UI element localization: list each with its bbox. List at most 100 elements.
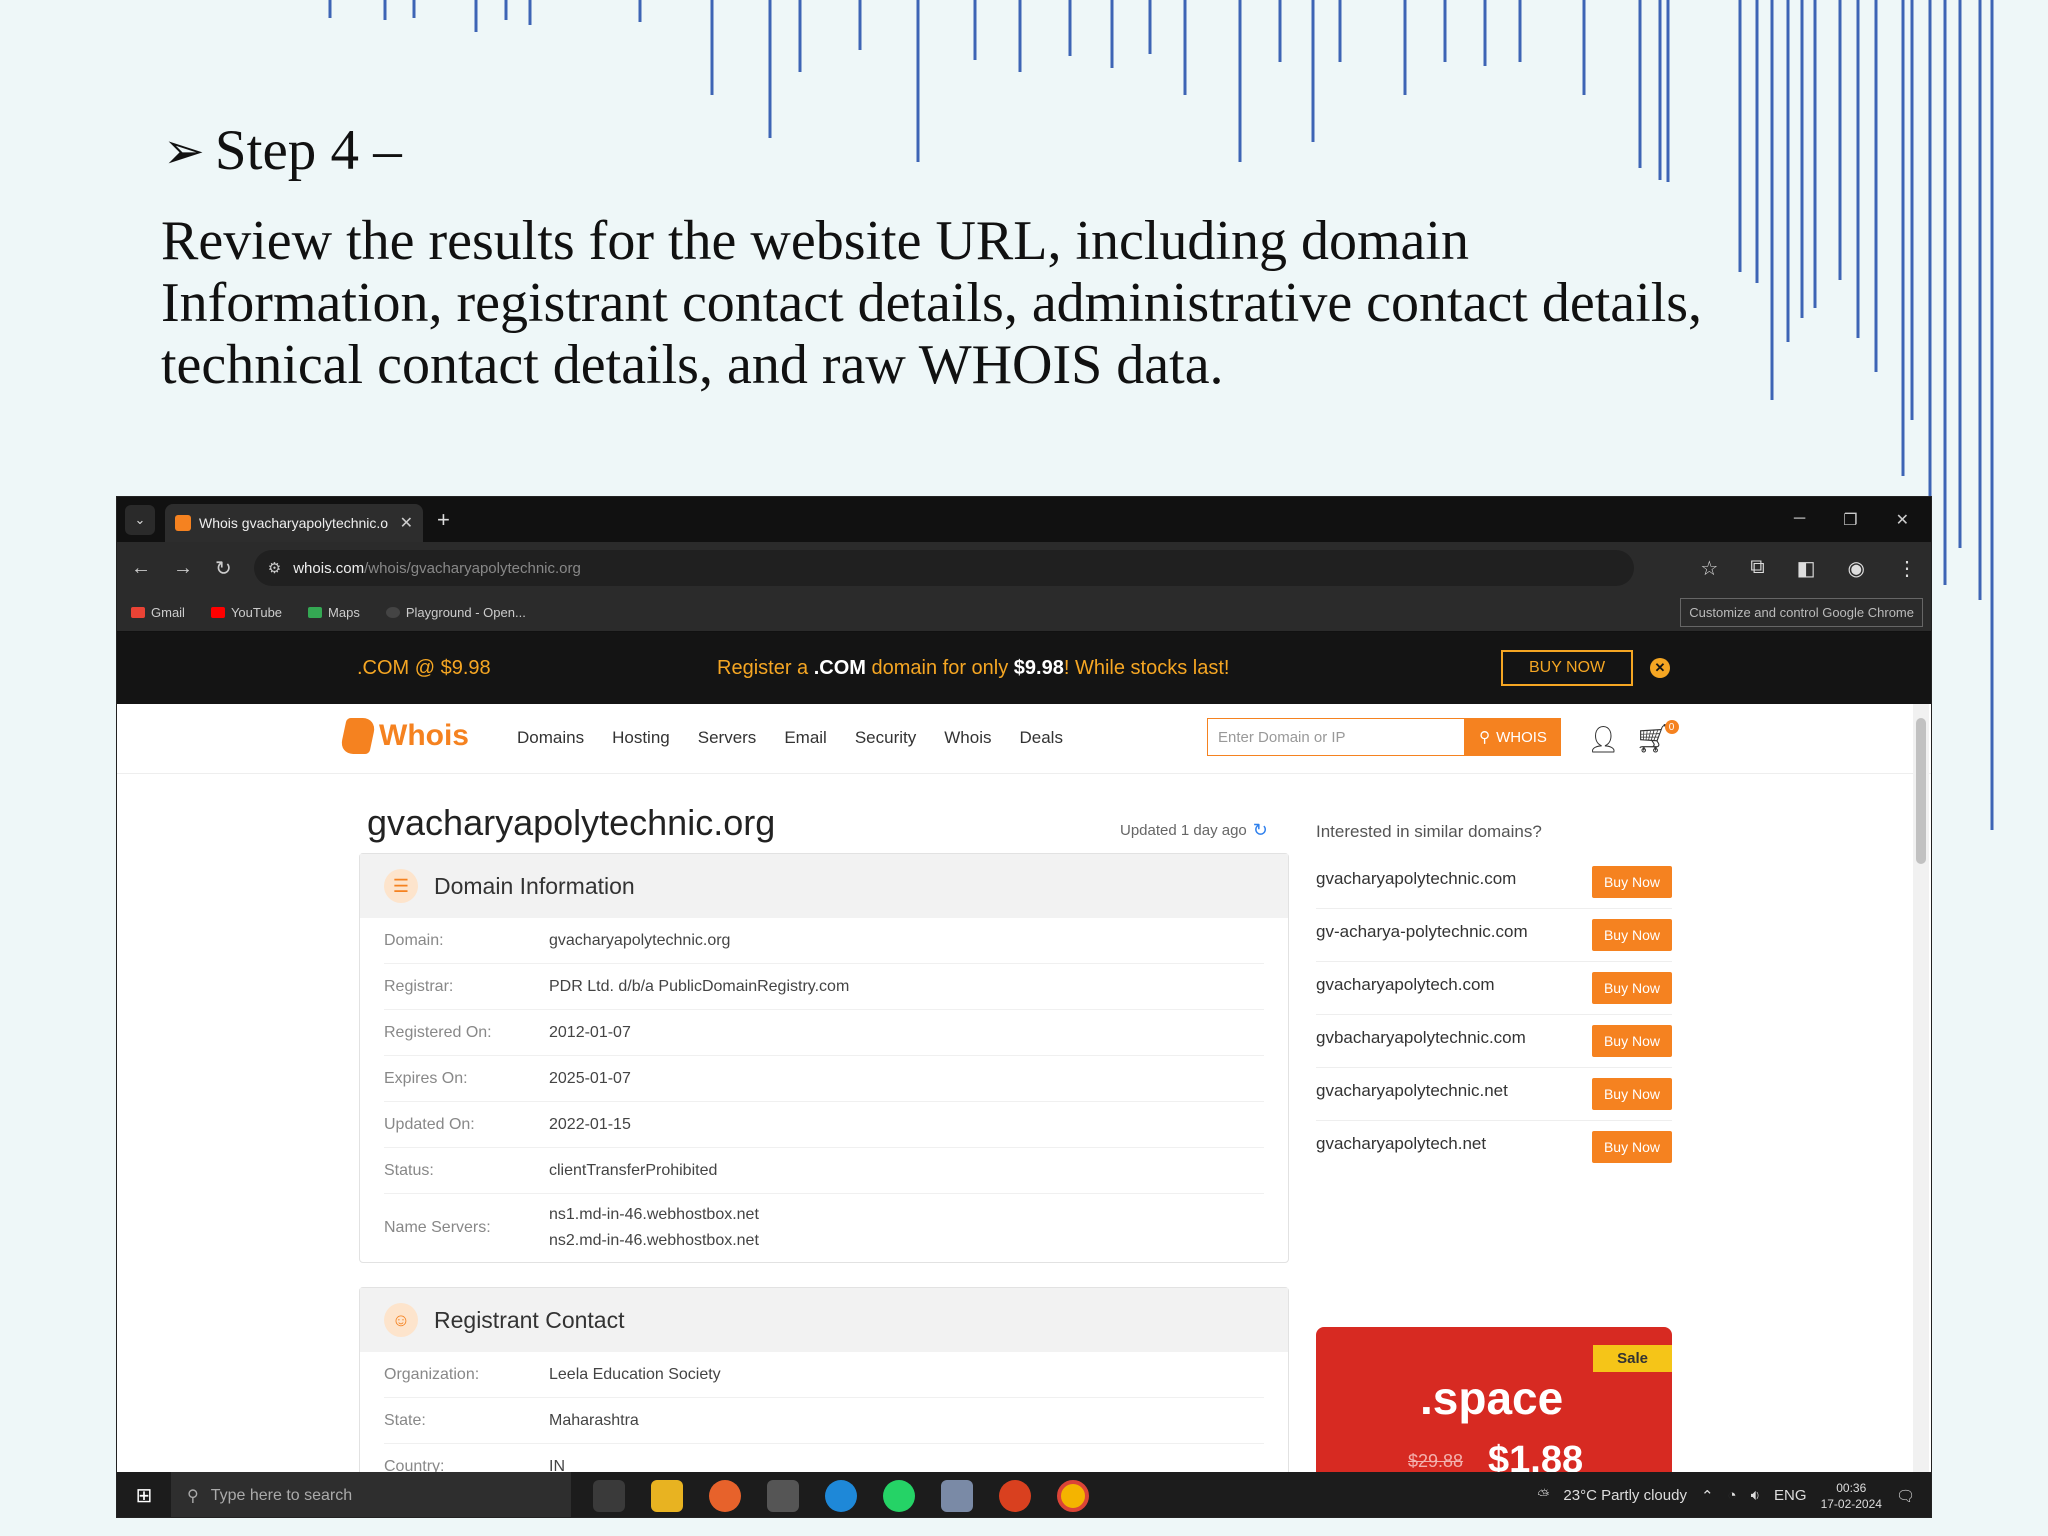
whois-search-button[interactable]: ⚲ WHOIS (1465, 718, 1561, 756)
similar-domain-item: gvacharyapolytech.com Buy Now (1316, 962, 1672, 1015)
url-path: /whois/gvacharyapolytechnic.org (364, 559, 581, 577)
sale-tld: .space (1420, 1372, 1564, 1424)
page-scrollbar[interactable] (1913, 704, 1929, 1491)
minimize-icon[interactable]: ─ (1794, 510, 1805, 530)
gmail-icon (131, 607, 145, 618)
logo-mark-icon (339, 718, 377, 754)
calculator-icon[interactable] (767, 1479, 799, 1512)
task-view-icon[interactable] (593, 1479, 625, 1512)
buy-now-button[interactable]: Buy Now (1591, 1025, 1672, 1057)
site-info-icon[interactable]: ⚙ (268, 559, 281, 577)
refresh-icon[interactable]: ↻ (1253, 820, 1268, 841)
info-row: Expires On: 2025-01-07 (384, 1056, 1264, 1102)
buy-now-button[interactable]: Buy Now (1591, 919, 1672, 951)
step-heading: ➢ Step 4 – (163, 118, 402, 183)
tab-search-icon[interactable]: ⌄ (125, 504, 155, 535)
taskbar-apps (593, 1479, 1089, 1512)
bookmark-gmail[interactable]: Gmail (131, 605, 185, 620)
firefox-icon[interactable] (709, 1479, 741, 1512)
close-window-icon[interactable]: ✕ (1896, 510, 1909, 530)
url-host: whois.com (293, 559, 365, 577)
bookmark-star-icon[interactable]: ☆ (1700, 556, 1718, 581)
close-tab-icon[interactable]: ✕ (400, 513, 413, 533)
bookmark-playground[interactable]: Playground - Open... (385, 605, 526, 620)
notifications-icon[interactable]: 🗨︎ (1896, 1487, 1915, 1505)
taskbar-search[interactable]: ⚲ Type here to search (171, 1472, 571, 1517)
info-row: State: Maharashtra (384, 1398, 1264, 1444)
menu-servers[interactable]: Servers (698, 728, 757, 748)
whatsapp-icon[interactable] (883, 1479, 915, 1512)
weather-text[interactable]: 23°C Partly cloudy (1563, 1487, 1687, 1504)
info-row: Registered On: 2012-01-07 (384, 1010, 1264, 1056)
profile-icon[interactable]: ◉ (1848, 556, 1865, 581)
volume-icon[interactable]: 🔉︎ (1751, 1487, 1760, 1504)
chrome-icon[interactable] (1057, 1479, 1089, 1512)
main-menu: Domains Hosting Servers Email Security W… (517, 728, 1063, 748)
weather-icon: ⛅︎ (1537, 1487, 1550, 1504)
side-panel-icon[interactable]: ◧ (1797, 556, 1816, 581)
extensions-icon[interactable]: ⧉ (1750, 556, 1764, 581)
maps-icon (308, 607, 323, 618)
similar-domains-question: Interested in similar domains? (1316, 822, 1542, 841)
domain-information-card: ☰ Domain Information Domain: gvacharyapol… (359, 853, 1289, 1263)
bookmark-youtube[interactable]: YouTube (210, 605, 282, 620)
info-row: Registrar: PDR Ltd. d/b/a PublicDomainReg… (384, 964, 1264, 1010)
new-tab-icon[interactable]: + (437, 507, 450, 533)
network-icon[interactable]: ◔ (1728, 1487, 1737, 1504)
similar-domain-item: gvacharyapolytech.net Buy Now (1316, 1121, 1672, 1173)
back-icon[interactable]: ← (131, 557, 151, 580)
info-row: Status: clientTransferProhibited (384, 1148, 1264, 1194)
menu-icon[interactable]: ⋮ (1897, 556, 1917, 581)
info-row: Domain: gvacharyapolytechnic.org (384, 918, 1264, 964)
youtube-icon (210, 607, 225, 618)
language-indicator[interactable]: ENG (1774, 1487, 1807, 1504)
menu-domains[interactable]: Domains (517, 728, 584, 748)
buy-now-button[interactable]: Buy Now (1591, 972, 1672, 1004)
menu-hosting[interactable]: Hosting (612, 728, 670, 748)
domain-search-input[interactable]: Enter Domain or IP (1207, 718, 1465, 756)
person-icon: ☺ (384, 1303, 418, 1337)
buy-now-button[interactable]: Buy Now (1591, 1078, 1672, 1110)
info-row: Name Servers: ns1.md-in-46.webhostbox.net… (384, 1206, 759, 1249)
whois-logo[interactable]: Whois (339, 718, 469, 754)
description-line: technical contact details, and raw WHOIS… (161, 334, 1224, 396)
menu-email[interactable]: Email (784, 728, 827, 748)
similar-domain-item: gvacharyapolytechnic.com Buy Now (1316, 856, 1672, 909)
scrollbar-thumb[interactable] (1916, 718, 1926, 864)
red-app-icon[interactable] (999, 1479, 1031, 1512)
bookmark-maps[interactable]: Maps (308, 605, 360, 620)
openai-icon (385, 607, 400, 618)
file-explorer-icon[interactable] (651, 1479, 683, 1512)
registrant-contact-card: ☺ Registrant Contact Organization: Leela … (359, 1287, 1289, 1491)
forward-icon[interactable]: → (173, 557, 193, 580)
domain-info-icon: ☰ (384, 869, 418, 903)
restore-icon[interactable]: ❐ (1843, 510, 1857, 530)
windows-taskbar: ⊞ ⚲ Type here to search ⛅︎ 23°C Partly cl… (117, 1472, 1931, 1517)
tray-chevron-icon[interactable]: ⌃ (1701, 1487, 1714, 1505)
search-icon: ⚲ (187, 1487, 199, 1505)
package-icon[interactable] (941, 1479, 973, 1512)
windows-start-icon[interactable]: ⊞ (117, 1483, 171, 1508)
menu-deals[interactable]: Deals (1019, 728, 1062, 748)
step-description: Review the results for the website URL, … (161, 210, 1761, 396)
clock[interactable]: 00:36 17-02-2024 (1821, 1480, 1882, 1512)
description-line: Information, registrant contact details,… (161, 272, 1703, 334)
buy-now-button[interactable]: Buy Now (1591, 866, 1672, 898)
buy-now-button[interactable]: Buy Now (1591, 1131, 1672, 1163)
cart-badge: 0 (1664, 720, 1679, 734)
browser-tab[interactable]: Whois gvacharyapolytechnic.o ✕ (165, 504, 423, 542)
edge-icon[interactable] (825, 1479, 857, 1512)
user-icon[interactable]: 👤︎ (1587, 724, 1620, 755)
reload-icon[interactable]: ↻ (215, 556, 232, 581)
site-header: Whois Domains Hosting Servers Email Secu… (117, 704, 1931, 774)
search-icon: ⚲ (1479, 729, 1491, 746)
promo-close-icon[interactable]: ✕ (1650, 658, 1670, 678)
promo-buy-button[interactable]: BUY NOW (1501, 650, 1634, 686)
info-row: Updated On: 2022-01-15 (384, 1102, 1264, 1148)
similar-domain-item: gvacharyapolytechnic.net Buy Now (1316, 1068, 1672, 1121)
cart-icon[interactable]: 🛒︎ 0 (1635, 720, 1679, 755)
address-bar[interactable]: ⚙ whois.com/whois/gvacharyapolytechnic.o… (253, 550, 1634, 586)
menu-security[interactable]: Security (855, 728, 916, 748)
menu-whois[interactable]: Whois (944, 728, 991, 748)
window-controls: ─ ❐ ✕ (1794, 510, 1931, 530)
